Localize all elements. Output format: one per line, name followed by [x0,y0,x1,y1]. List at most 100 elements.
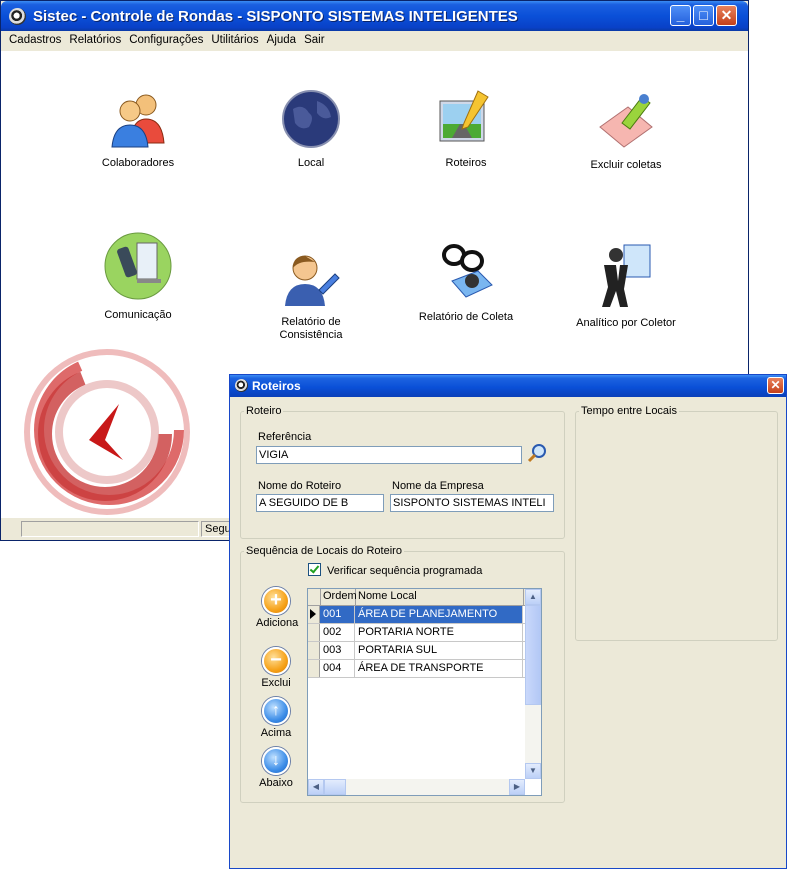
main-title-bar[interactable]: Sistec - Controle de Rondas - SISPONTO S… [1,1,748,31]
menu-cadastros[interactable]: Cadastros [5,31,65,51]
checkbox-box[interactable] [308,563,321,576]
globe-icon [279,87,343,151]
referencia-input[interactable]: VIGIA [256,446,522,464]
road-picture-icon [434,87,498,151]
plus-icon: + [262,587,290,615]
tile-colaboradores[interactable]: Colaboradores [78,87,198,170]
nome-roteiro-label: Nome do Roteiro [258,480,342,492]
roteiros-dialog: Roteiros ✕ Roteiro Referência VIGIA Nome… [229,374,787,869]
tempo-locais-group: Tempo entre Locais [575,405,778,641]
tile-local[interactable]: Local [251,87,371,170]
tile-comunicacao[interactable]: Comunicação [78,231,198,322]
table-row[interactable]: 001 ÁREA DE PLANEJAMENTO [308,606,541,624]
menu-relatorios[interactable]: Relatórios [65,31,125,51]
grid-header-nome-local[interactable]: Nome Local [356,589,524,605]
dialog-title-bar[interactable]: Roteiros ✕ [230,375,786,397]
grid-vertical-scrollbar[interactable]: ▲ ▼ [525,589,541,779]
exclui-side-label: Exclui [261,677,291,689]
tile-label: Relatório de Coleta [418,311,514,323]
grid-header-ordem[interactable]: Ordem [321,589,357,605]
maximize-button[interactable]: □ [693,5,714,26]
tile-label: Local [297,157,325,169]
eraser-icon [594,87,658,151]
tile-label: Analítico por Coletor [576,317,676,329]
cell-ordem: 001 [320,606,355,623]
cell-nome-local: ÁREA DE TRANSPORTE [355,660,523,677]
locais-grid[interactable]: Ordem Nome Local 001 ÁREA DE PLANEJAMENT… [307,588,542,796]
roteiro-group: Roteiro [240,405,565,539]
cell-ordem: 004 [320,660,355,677]
cell-ordem: 002 [320,624,355,641]
acima-side-button[interactable]: ↑ Acima [256,697,296,739]
cell-nome-local: ÁREA DE PLANEJAMENTO [355,606,523,623]
company-logo [19,344,195,520]
menu-configuracoes[interactable]: Configurações [125,31,207,51]
abaixo-side-button[interactable]: ↓ Abaixo [256,747,296,789]
tile-label: Roteiros [445,157,487,169]
people-icon [106,87,170,151]
grid-horizontal-scrollbar[interactable]: ◀ ▶ [308,779,525,795]
sequencia-legend: Sequência de Locais do Roteiro [246,545,402,557]
dialog-title: Roteiros [252,379,301,393]
minimize-button[interactable]: _ [670,5,691,26]
adiciona-side-label: Adiciona [256,617,299,629]
row-indicator [308,642,320,659]
table-row[interactable]: 003 PORTARIA SUL [308,642,541,660]
acima-side-label: Acima [260,727,292,739]
grid-header-indicator [308,589,321,605]
person-brush-icon [279,246,343,310]
tile-label: Comunicação [104,309,172,321]
abaixo-side-label: Abaixo [259,777,293,789]
table-row[interactable]: 002 PORTARIA NORTE [308,624,541,642]
tempo-locais-legend: Tempo entre Locais [581,405,677,417]
tile-roteiros[interactable]: Roteiros [406,87,526,170]
cell-ordem: 003 [320,642,355,659]
magnifier-report-icon [434,241,498,305]
status-panel-1 [21,521,199,537]
tile-relatorio-consistencia[interactable]: Relatório de Consistência [251,246,371,342]
scroll-h-thumb[interactable] [324,779,346,795]
main-window-title: Sistec - Controle de Rondas - SISPONTO S… [33,8,518,25]
scroll-left-button[interactable]: ◀ [308,779,324,795]
menu-utilitarios[interactable]: Utilitários [207,31,262,51]
menu-sair[interactable]: Sair [300,31,328,51]
nome-empresa-input[interactable]: SISPONTO SISTEMAS INTELI [390,494,554,512]
phone-laptop-icon [103,231,173,301]
search-icon[interactable] [526,442,548,464]
checkbox-label: Verificar sequência programada [327,565,483,577]
menu-ajuda[interactable]: Ajuda [263,31,300,51]
exclui-side-button[interactable]: − Exclui [256,647,296,689]
table-row[interactable]: 004 ÁREA DE TRANSPORTE [308,660,541,678]
presenter-icon [594,241,658,311]
arrow-down-icon: ↓ [262,747,290,775]
arrow-up-icon: ↑ [262,697,290,725]
adiciona-side-button[interactable]: + Adiciona [256,587,299,629]
scroll-down-button[interactable]: ▼ [525,763,541,779]
close-button[interactable]: ✕ [716,5,737,26]
tile-label: Relatório de Consistência [279,316,343,341]
grid-header: Ordem Nome Local [308,589,541,606]
current-row-arrow-icon [310,609,316,619]
verificar-sequencia-checkbox[interactable]: Verificar sequência programada [308,563,482,577]
row-indicator [308,606,320,623]
tile-label: Colaboradores [101,157,175,169]
row-indicator [308,660,320,677]
scroll-up-button[interactable]: ▲ [525,589,541,605]
nome-roteiro-input[interactable]: A SEGUIDO DE B [256,494,384,512]
referencia-label: Referência [258,431,312,443]
scroll-thumb[interactable] [525,605,541,705]
minus-icon: − [262,647,290,675]
dialog-eye-icon [235,379,248,392]
tile-analitico-coletor[interactable]: Analítico por Coletor [566,241,686,330]
tile-excluir-coletas[interactable]: Excluir coletas [566,87,686,172]
cell-nome-local: PORTARIA SUL [355,642,523,659]
cell-nome-local: PORTARIA NORTE [355,624,523,641]
menu-bar: Cadastros Relatórios Configurações Utili… [1,31,748,51]
dialog-close-button[interactable]: ✕ [767,377,784,394]
tile-label: Excluir coletas [590,159,662,171]
tile-relatorio-coleta[interactable]: Relatório de Coleta [406,241,526,324]
app-eye-icon [9,8,26,25]
nome-empresa-label: Nome da Empresa [392,480,484,492]
scroll-right-button[interactable]: ▶ [509,779,525,795]
roteiro-legend: Roteiro [246,405,282,417]
